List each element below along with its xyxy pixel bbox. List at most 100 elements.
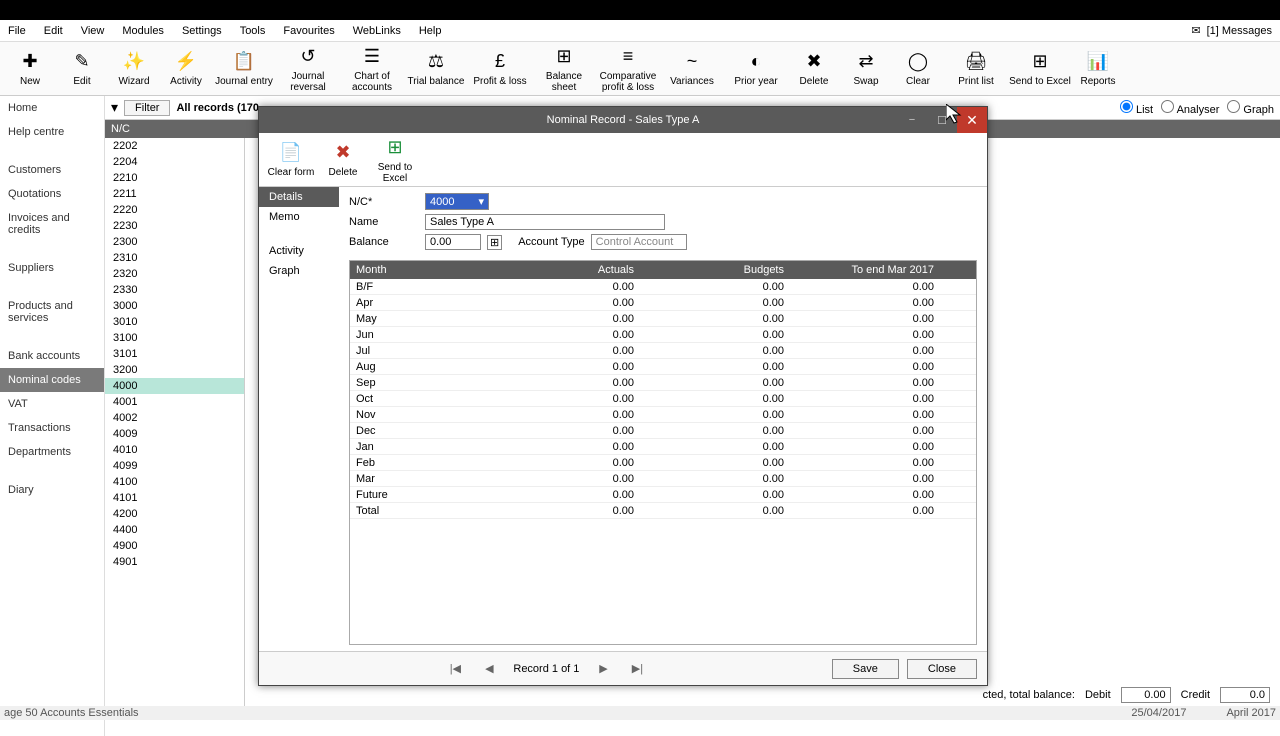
- filter-button[interactable]: Filter: [124, 100, 170, 116]
- col-to-end[interactable]: To end Mar 2017: [790, 264, 940, 276]
- toolbar-swap[interactable]: ⇄Swap: [841, 44, 891, 94]
- toolbar-profit-loss[interactable]: £Profit & loss: [469, 44, 531, 94]
- table-row[interactable]: Apr0.000.000.00: [350, 295, 976, 311]
- toolbar-clear[interactable]: ◯Clear: [893, 44, 943, 94]
- col-actuals[interactable]: Actuals: [490, 264, 640, 276]
- table-row[interactable]: Aug0.000.000.00: [350, 359, 976, 375]
- menu-help[interactable]: Help: [419, 25, 442, 37]
- nc-row[interactable]: 2202: [105, 138, 244, 154]
- nc-row[interactable]: 4009: [105, 426, 244, 442]
- table-row[interactable]: Mar0.000.000.00: [350, 471, 976, 487]
- tab-activity[interactable]: Activity: [259, 241, 339, 261]
- tab-memo[interactable]: Memo: [259, 207, 339, 227]
- nc-row[interactable]: 4000: [105, 378, 244, 394]
- nav-home[interactable]: Home: [0, 96, 104, 120]
- menu-file[interactable]: File: [8, 25, 26, 37]
- table-row[interactable]: Jun0.000.000.00: [350, 327, 976, 343]
- send-to-excel-button[interactable]: ⊞Send to Excel: [370, 135, 420, 185]
- nav-diary[interactable]: Diary: [0, 478, 104, 502]
- menu-modules[interactable]: Modules: [122, 25, 164, 37]
- nc-row[interactable]: 4400: [105, 522, 244, 538]
- table-row[interactable]: Total0.000.000.00: [350, 503, 976, 519]
- name-field[interactable]: [425, 214, 665, 230]
- nav-bank-accounts[interactable]: Bank accounts: [0, 344, 104, 368]
- calculator-icon[interactable]: ⊞: [487, 235, 502, 250]
- nav-products-and-services[interactable]: Products and services: [0, 294, 104, 330]
- nc-row[interactable]: 4100: [105, 474, 244, 490]
- table-row[interactable]: Nov0.000.000.00: [350, 407, 976, 423]
- nav-transactions[interactable]: Transactions: [0, 416, 104, 440]
- toolbar-print-list[interactable]: 🖨Print list: [945, 44, 1007, 94]
- messages-icon[interactable]: ✉: [1191, 24, 1200, 37]
- nav-suppliers[interactable]: Suppliers: [0, 256, 104, 280]
- filter-icon[interactable]: ▾: [111, 99, 118, 116]
- nc-row[interactable]: 4099: [105, 458, 244, 474]
- close-button[interactable]: Close: [907, 659, 977, 679]
- table-row[interactable]: Oct0.000.000.00: [350, 391, 976, 407]
- nc-row[interactable]: 2210: [105, 170, 244, 186]
- toolbar-chart-of-accounts[interactable]: ☰Chart of accounts: [341, 44, 403, 94]
- toolbar-journal-reversal[interactable]: ↺Journal reversal: [277, 44, 339, 94]
- tab-graph[interactable]: Graph: [259, 261, 339, 281]
- nc-row[interactable]: 2310: [105, 250, 244, 266]
- balance-field[interactable]: [425, 234, 481, 250]
- table-row[interactable]: B/F0.000.000.00: [350, 279, 976, 295]
- nc-list[interactable]: 2202220422102211222022302300231023202330…: [105, 138, 245, 716]
- nc-row[interactable]: 2300: [105, 234, 244, 250]
- toolbar-new[interactable]: ✚New: [5, 44, 55, 94]
- table-row[interactable]: Sep0.000.000.00: [350, 375, 976, 391]
- menu-tools[interactable]: Tools: [240, 25, 266, 37]
- save-button[interactable]: Save: [832, 659, 899, 679]
- nc-row[interactable]: 3010: [105, 314, 244, 330]
- nc-row[interactable]: 3200: [105, 362, 244, 378]
- close-icon[interactable]: ✕: [957, 107, 987, 133]
- nc-combo[interactable]: 4000▾: [425, 193, 489, 210]
- nc-row[interactable]: 4010: [105, 442, 244, 458]
- table-row[interactable]: May0.000.000.00: [350, 311, 976, 327]
- nc-row[interactable]: 2230: [105, 218, 244, 234]
- last-record-icon[interactable]: ▶|: [627, 659, 647, 679]
- nav-vat[interactable]: VAT: [0, 392, 104, 416]
- menu-settings[interactable]: Settings: [182, 25, 222, 37]
- menu-favourites[interactable]: Favourites: [283, 25, 334, 37]
- nc-row[interactable]: 3101: [105, 346, 244, 362]
- col-budgets[interactable]: Budgets: [640, 264, 790, 276]
- delete-button[interactable]: ✖Delete: [318, 135, 368, 185]
- nc-row[interactable]: 2320: [105, 266, 244, 282]
- clear-form-button[interactable]: 📄Clear form: [266, 135, 316, 185]
- nc-row[interactable]: 4002: [105, 410, 244, 426]
- col-month[interactable]: Month: [350, 264, 490, 276]
- nav-help-centre[interactable]: Help centre: [0, 120, 104, 144]
- radio-list[interactable]: List: [1120, 100, 1153, 116]
- nav-customers[interactable]: Customers: [0, 158, 104, 182]
- menu-weblinks[interactable]: WebLinks: [353, 25, 401, 37]
- table-row[interactable]: Feb0.000.000.00: [350, 455, 976, 471]
- toolbar-activity[interactable]: ⚡Activity: [161, 44, 211, 94]
- table-row[interactable]: Dec0.000.000.00: [350, 423, 976, 439]
- messages-count[interactable]: [1] Messages: [1207, 25, 1272, 37]
- toolbar-wizard[interactable]: ✨Wizard: [109, 44, 159, 94]
- nav-quotations[interactable]: Quotations: [0, 182, 104, 206]
- nc-row[interactable]: 2220: [105, 202, 244, 218]
- toolbar-comparative-profit-loss[interactable]: ≡Comparative profit & loss: [597, 44, 659, 94]
- table-row[interactable]: Jul0.000.000.00: [350, 343, 976, 359]
- toolbar-edit[interactable]: ✎Edit: [57, 44, 107, 94]
- nav-departments[interactable]: Departments: [0, 440, 104, 464]
- toolbar-journal-entry[interactable]: 📋Journal entry: [213, 44, 275, 94]
- table-row[interactable]: Jan0.000.000.00: [350, 439, 976, 455]
- maximize-icon[interactable]: ☐: [927, 107, 957, 133]
- nc-row[interactable]: 4101: [105, 490, 244, 506]
- toolbar-send-to-excel[interactable]: ⊞Send to Excel: [1009, 44, 1071, 94]
- toolbar-prior-year[interactable]: ◐Prior year: [725, 44, 787, 94]
- nc-row[interactable]: 2330: [105, 282, 244, 298]
- table-row[interactable]: Future0.000.000.00: [350, 487, 976, 503]
- nc-row[interactable]: 2211: [105, 186, 244, 202]
- nc-row[interactable]: 2204: [105, 154, 244, 170]
- nc-row[interactable]: 4901: [105, 554, 244, 570]
- menu-view[interactable]: View: [81, 25, 105, 37]
- nc-row[interactable]: 3100: [105, 330, 244, 346]
- next-record-icon[interactable]: ▶: [593, 659, 613, 679]
- toolbar-delete[interactable]: ✖Delete: [789, 44, 839, 94]
- toolbar-variances[interactable]: ~Variances: [661, 44, 723, 94]
- nc-row[interactable]: 4001: [105, 394, 244, 410]
